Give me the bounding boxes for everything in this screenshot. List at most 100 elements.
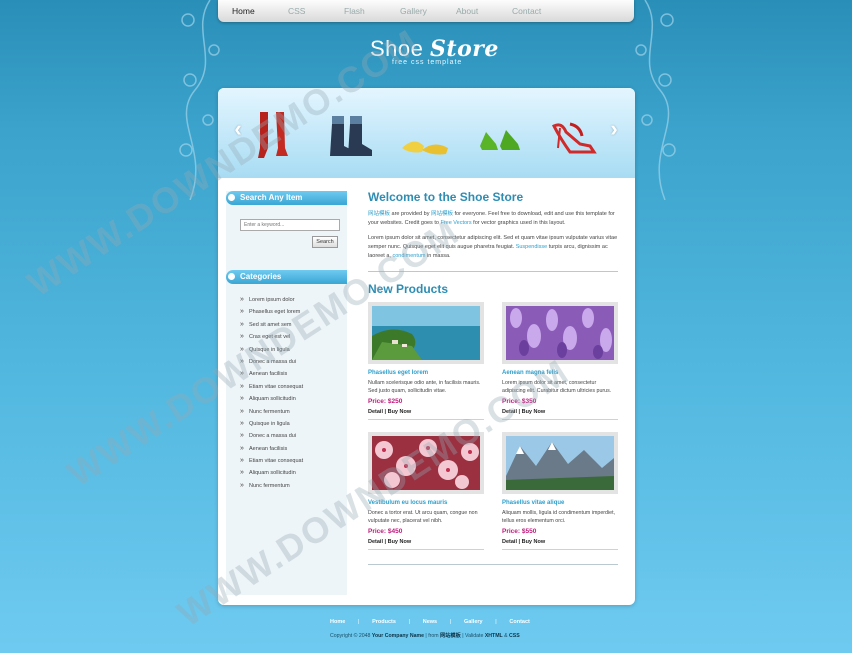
product-divider <box>368 419 484 420</box>
category-item[interactable]: Cras eget est vel <box>240 331 347 344</box>
product-image[interactable] <box>368 432 484 494</box>
copyright-text: | Validate <box>460 633 485 639</box>
intro-paragraph-2: Lorem ipsum dolor sit amet, consectetur … <box>368 234 618 261</box>
category-item[interactable]: Aenean facilisis <box>240 368 347 381</box>
footer-link-products[interactable]: Products <box>372 619 396 625</box>
section-divider <box>368 271 618 272</box>
product-image[interactable] <box>502 432 618 494</box>
product-title[interactable]: Vestibulum eu locus mauris <box>368 500 484 506</box>
product-title[interactable]: Aenean magna felis <box>502 370 618 376</box>
copyright-text: | from <box>423 633 441 639</box>
nav-about[interactable]: About <box>456 6 512 16</box>
category-item[interactable]: Etiam vitae consequat <box>240 455 347 468</box>
dark-boots-image[interactable] <box>326 116 374 156</box>
product-banner: ‹ › <box>218 88 635 178</box>
detail-link[interactable]: Detail <box>502 539 517 545</box>
detail-link[interactable]: Detail <box>368 539 383 545</box>
footer-separator: | <box>408 619 411 625</box>
nav-home[interactable]: Home <box>232 6 288 16</box>
product-price: Price: $250 <box>368 398 403 405</box>
new-products-title: New Products <box>368 282 449 296</box>
intro-paragraph-1: 网站模板 are provided by 网站模板 for everyone. … <box>368 210 618 228</box>
company-name-link[interactable]: Your Company Name <box>372 633 424 639</box>
top-navigation: Home CSS Flash Gallery About Contact <box>218 0 634 22</box>
product-card: Vestibulum eu locus mauris Donec a torto… <box>368 432 484 550</box>
product-description: Aliquam mollis, ligula id condimentum im… <box>502 510 616 524</box>
copyright: Copyright © 2048 Your Company Name | fro… <box>330 632 550 639</box>
product-description: Nullam scelerisque odio ante, in facilis… <box>368 380 481 394</box>
bottom-divider <box>368 564 618 565</box>
chevron-right-icon[interactable]: › <box>606 118 622 140</box>
category-list: Lorem ipsum dolor Phasellus eget lorem S… <box>226 284 347 493</box>
welcome-title: Welcome to the Shoe Store <box>368 190 524 204</box>
intro-link-suspendisse[interactable]: Suspendisse <box>516 244 548 250</box>
category-item[interactable]: Aliquam sollicitudin <box>240 393 347 406</box>
validate-xhtml-link[interactable]: XHTML <box>485 633 503 639</box>
footer-link-contact[interactable]: Contact <box>509 619 529 625</box>
category-item[interactable]: Phasellus eget lorem <box>240 306 347 319</box>
footer-link-news[interactable]: News <box>423 619 437 625</box>
search-section-title: Search Any Item <box>226 191 347 205</box>
nav-flash[interactable]: Flash <box>344 6 400 16</box>
category-item[interactable]: Lorem ipsum dolor <box>240 294 347 307</box>
category-item[interactable]: Sed sit amet sem <box>240 319 347 332</box>
footer-link-home[interactable]: Home <box>330 619 345 625</box>
category-item[interactable]: Nunc fermentum <box>240 480 347 493</box>
footer-navigation: Home | Products | News | Gallery | Contact <box>330 619 530 625</box>
logo-word-shoe: Shoe <box>370 36 424 61</box>
detail-link[interactable]: Detail <box>502 409 517 415</box>
category-item[interactable]: Donec a massa dui <box>240 430 347 443</box>
site-logo[interactable]: Shoe Store free css template <box>370 36 500 66</box>
category-item[interactable]: Quisque in ligula <box>240 344 347 357</box>
intro-link-condimentum[interactable]: condimentum <box>392 253 425 259</box>
nav-css[interactable]: CSS <box>288 6 344 16</box>
product-title[interactable]: Phasellus eget lorem <box>368 370 484 376</box>
buy-now-link[interactable]: Buy Now <box>388 409 412 415</box>
intro-link-provider[interactable]: 网站模板 <box>431 211 453 217</box>
buy-now-link[interactable]: Buy Now <box>522 409 546 415</box>
category-item[interactable]: Nunc fermentum <box>240 406 347 419</box>
red-heels-image[interactable] <box>550 118 600 156</box>
product-card: Phasellus eget lorem Nullam scelerisque … <box>368 302 484 420</box>
product-image[interactable] <box>368 302 484 364</box>
chevron-left-icon[interactable]: ‹ <box>230 118 246 140</box>
product-title[interactable]: Phasellus vitae alique <box>502 500 618 506</box>
detail-link[interactable]: Detail <box>368 409 383 415</box>
footer-separator: | <box>357 619 360 625</box>
search-button[interactable]: Search <box>312 236 338 248</box>
intro-text: are provided by <box>390 211 431 217</box>
product-image[interactable] <box>502 302 618 364</box>
product-description: Donec a tortor erat. Ut arcu quam, congu… <box>368 510 478 524</box>
categories-section-title: Categories <box>226 270 347 284</box>
green-shoes-image[interactable] <box>476 124 522 154</box>
template-source-link[interactable]: 网站模板 <box>440 633 461 639</box>
search-input[interactable] <box>240 219 340 231</box>
main-panel: ‹ › Search Any Item Enter a keyword... S… <box>218 88 635 605</box>
footer-separator: | <box>495 619 497 625</box>
nav-contact[interactable]: Contact <box>512 6 568 16</box>
product-divider <box>502 419 618 420</box>
buy-now-link[interactable]: Buy Now <box>388 539 412 545</box>
intro-link-templates[interactable]: 网站模板 <box>368 211 390 217</box>
footer-link-gallery[interactable]: Gallery <box>464 619 483 625</box>
product-price: Price: $350 <box>502 398 537 405</box>
product-grid: Phasellus eget lorem Nullam scelerisque … <box>368 302 618 562</box>
intro-text: in massa. <box>425 253 451 259</box>
copyright-text: Copyright © 2048 <box>330 633 372 639</box>
red-boots-image[interactable] <box>254 110 298 160</box>
category-item[interactable]: Aenean facilisis <box>240 443 347 456</box>
product-card: Aenean magna felis Lorem ipsum dolor sit… <box>502 302 618 420</box>
product-card: Phasellus vitae alique Aliquam mollis, l… <box>502 432 618 550</box>
yellow-shoes-image[interactable] <box>400 134 450 156</box>
intro-text: for vector graphics used in this layout. <box>471 220 566 226</box>
intro-link-free-vectors[interactable]: Free Vectors <box>440 220 471 226</box>
category-item[interactable]: Etiam vitae consequat <box>240 381 347 394</box>
search-form: Search <box>226 205 347 254</box>
category-item[interactable]: Quisque in ligula <box>240 418 347 431</box>
nav-gallery[interactable]: Gallery <box>400 6 456 16</box>
footer-separator: | <box>449 619 452 625</box>
category-item[interactable]: Donec a massa dui <box>240 356 347 369</box>
category-item[interactable]: Aliquam sollicitudin <box>240 467 347 480</box>
buy-now-link[interactable]: Buy Now <box>522 539 546 545</box>
validate-css-link[interactable]: CSS <box>509 633 520 639</box>
